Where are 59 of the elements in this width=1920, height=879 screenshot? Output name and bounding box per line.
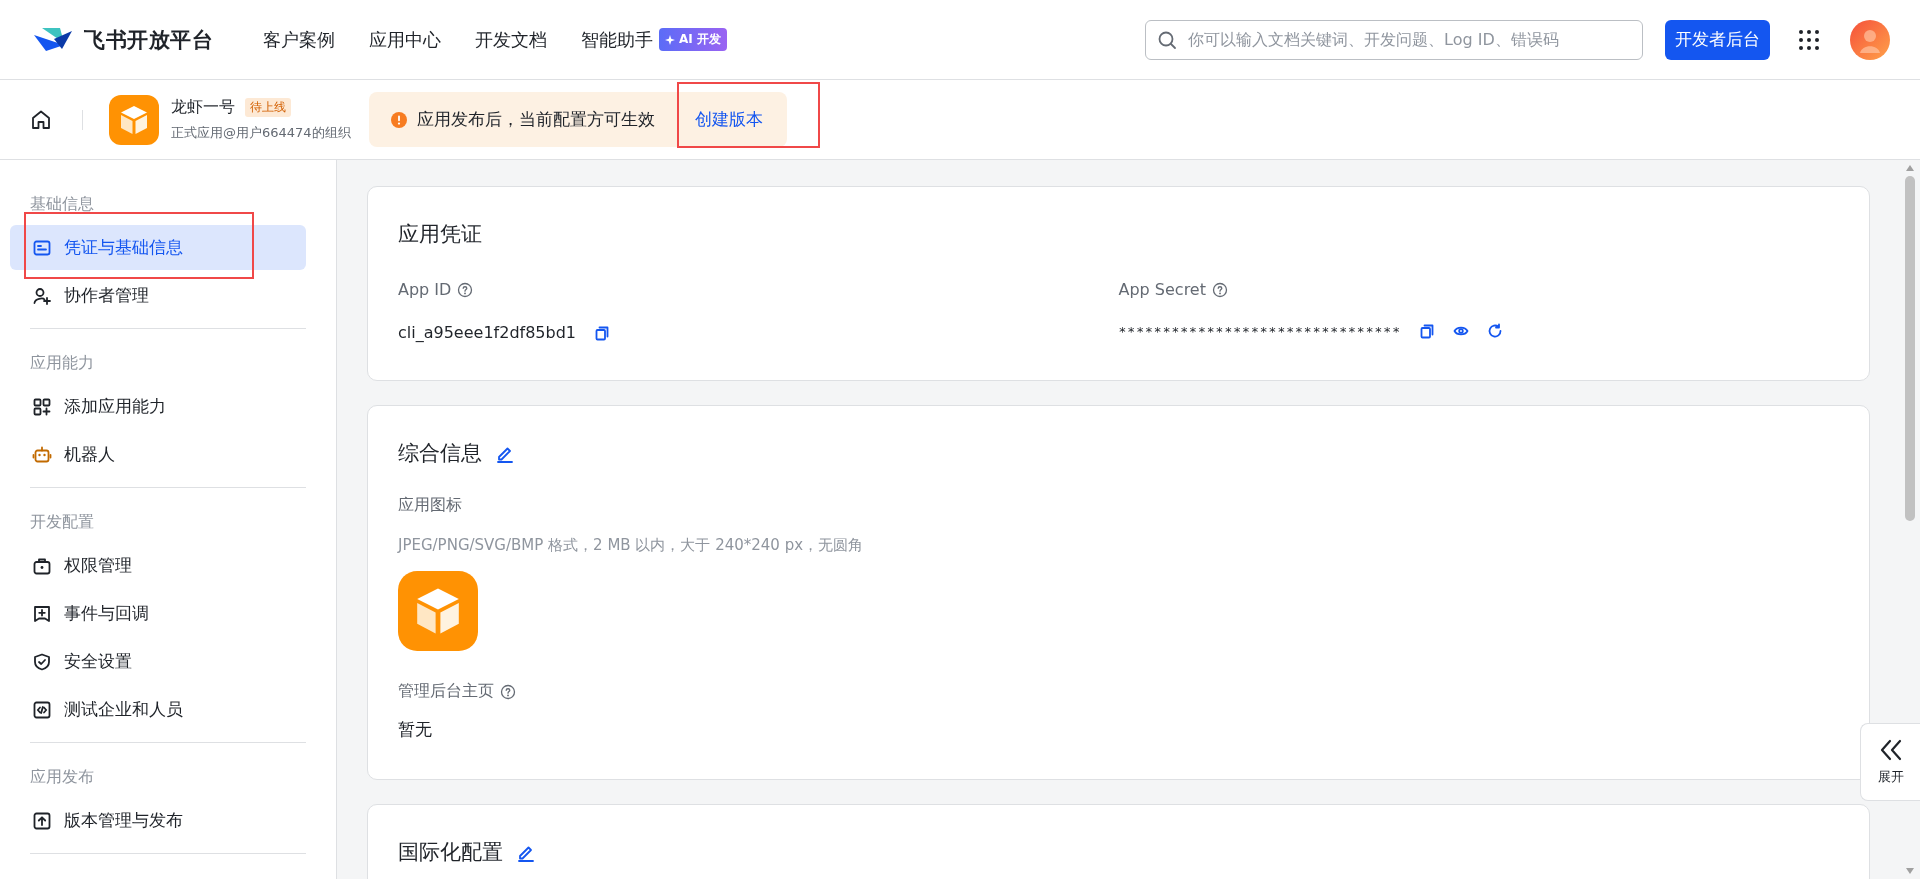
sidebar-item[interactable]: 测试企业和人员 xyxy=(10,687,306,732)
badge-text: AI 开发 xyxy=(679,31,721,48)
hint-text: JPEG/PNG/SVG/BMP 格式，2 MB 以内，大于 240*240 px，无圆角 xyxy=(398,536,865,556)
add-message-icon xyxy=(32,603,52,624)
notice-text: 应用发布后，当前配置方可生效 xyxy=(416,108,655,131)
card-title: 综合信息 xyxy=(398,442,482,466)
copy-icon[interactable] xyxy=(1418,323,1435,340)
status-tag: 待上线 xyxy=(245,98,291,117)
field-label: 管理后台主页 xyxy=(398,681,494,703)
nav-link[interactable]: 应用中心 xyxy=(369,27,441,52)
robot-icon xyxy=(32,444,52,465)
search-field[interactable]: 你可以输入文档关键词、开发问题、Log ID、错误码 xyxy=(1145,19,1643,60)
sidebar-item[interactable]: 安全设置 xyxy=(10,639,306,684)
field-value: cli_a95eee1f2df85bd1 xyxy=(398,323,576,343)
sidebar-item[interactable]: 版本管理与发布 xyxy=(10,798,306,843)
field-value: 暂无 xyxy=(398,718,433,742)
sidebar-item[interactable]: 协作者管理 xyxy=(10,273,306,318)
code-icon xyxy=(32,699,52,720)
nav-link[interactable]: 智能助手 xyxy=(581,27,653,52)
scroll-thumb[interactable] xyxy=(1905,176,1915,521)
nav-link[interactable]: 开发文档 xyxy=(475,27,547,52)
upload-icon xyxy=(32,810,52,831)
help-icon[interactable] xyxy=(457,281,474,298)
add-grid-icon xyxy=(32,396,52,417)
section-title: 开发配置 xyxy=(29,512,95,533)
home-icon[interactable] xyxy=(30,108,52,131)
card-title: 国际化配置 xyxy=(398,841,503,865)
logo-text[interactable]: 飞书开放平台 xyxy=(84,25,213,54)
field-label: App ID xyxy=(398,280,452,300)
field-label: App Secret xyxy=(1118,280,1206,300)
sidebar-item[interactable]: 事件与回调 xyxy=(10,591,306,636)
section-title: 应用能力 xyxy=(29,353,95,374)
card-title: 应用凭证 xyxy=(398,223,482,247)
warning-icon xyxy=(390,111,407,128)
help-icon[interactable] xyxy=(500,683,516,700)
create-version-link[interactable]: 创建版本 xyxy=(694,109,763,129)
copy-icon[interactable] xyxy=(594,324,610,341)
sidebar-item[interactable]: 机器人 xyxy=(10,432,306,477)
apps-grid-icon[interactable] xyxy=(1798,28,1820,51)
console-button[interactable]: 开发者后台 xyxy=(1665,19,1770,60)
field-label: 应用图标 xyxy=(398,495,462,517)
sidebar-item[interactable]: 权限管理 xyxy=(10,543,306,588)
sidebar-item[interactable]: 凭证与基础信息 xyxy=(10,225,306,270)
nav-link[interactable]: 客户案例 xyxy=(263,27,335,52)
shield-check-icon xyxy=(32,651,52,672)
search-icon xyxy=(1157,29,1177,50)
sparkle-icon xyxy=(665,34,675,45)
app-logo-icon xyxy=(109,94,159,145)
expand-button[interactable]: 展开 xyxy=(1860,723,1920,801)
sidebar-item[interactable]: 添加应用能力 xyxy=(10,384,306,429)
refresh-icon[interactable] xyxy=(1486,323,1503,340)
app-name: 龙虾一号 xyxy=(171,97,235,118)
help-icon[interactable] xyxy=(1212,281,1228,298)
section-title: 基础信息 xyxy=(29,194,95,215)
section-title: 应用发布 xyxy=(29,767,95,788)
add-user-icon xyxy=(32,285,52,306)
app-subtitle: 正式应用@用户664474的组织 xyxy=(171,124,351,142)
masked-secret: ******************************** xyxy=(1118,323,1401,339)
avatar-icon[interactable] xyxy=(1850,19,1890,60)
